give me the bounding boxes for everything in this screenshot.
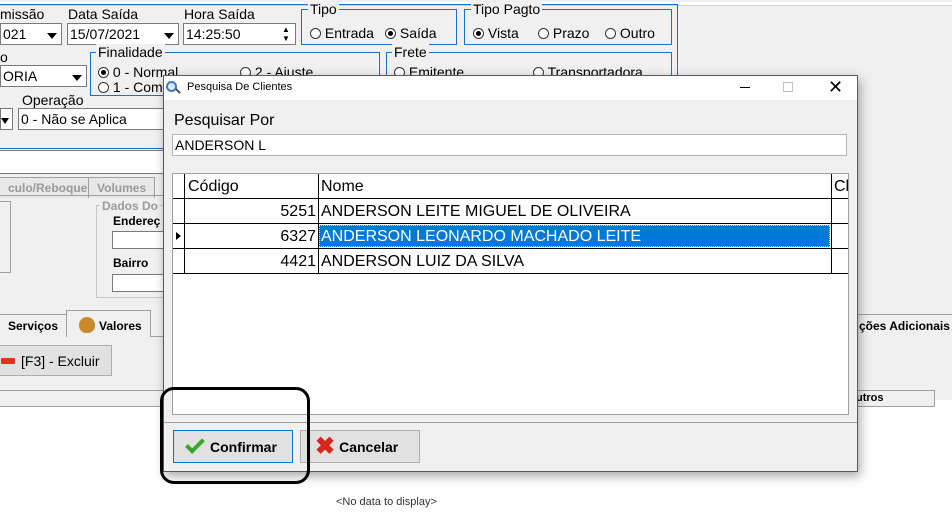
data-saida-value: 15/07/2021: [70, 26, 141, 42]
radio-outro-label: Outro: [619, 25, 655, 41]
radio-finalidade-com[interactable]: 1 - Com: [98, 79, 163, 95]
cancelar-label: Cancelar: [339, 438, 399, 455]
radio-icon[interactable]: [538, 28, 549, 39]
cell-codigo: 4421: [280, 253, 316, 270]
results-grid: Código Nome Cl 5251 ANDERSON LEITE MIGUE…: [172, 173, 849, 415]
radio-icon[interactable]: [98, 67, 109, 78]
spin-down-icon[interactable]: ▼: [282, 34, 290, 43]
data-saida-combo[interactable]: 15/07/2021: [67, 23, 179, 45]
radio-icon[interactable]: [605, 28, 616, 39]
grid-indicator-header: [173, 174, 185, 199]
radio-icon[interactable]: [98, 82, 109, 93]
no-data-text: <No data to display>: [336, 496, 437, 508]
chevron-down-icon[interactable]: [1, 118, 9, 124]
close-icon[interactable]: ✕: [828, 77, 843, 97]
frete-title: Frete: [392, 44, 429, 60]
search-input-value: ANDERSON L: [175, 137, 267, 153]
minus-icon: [1, 357, 15, 364]
dialog-title: Pesquisa De Clientes: [187, 81, 293, 93]
money-bag-icon: [79, 317, 95, 333]
table-row-selected[interactable]: 6327 ANDERSON LEONARDO MACHADO LEITE: [173, 224, 848, 249]
radio-vista[interactable]: Vista: [473, 25, 519, 41]
cancel-x-icon: ✖: [315, 432, 336, 460]
radio-icon[interactable]: [385, 28, 396, 39]
emissao-value: 021: [3, 26, 27, 42]
outros-column-header: utros: [856, 392, 884, 404]
finalidade-com-label: 1 - Com: [112, 79, 163, 95]
radio-prazo[interactable]: Prazo: [538, 25, 589, 41]
left-partial-label: o: [0, 49, 8, 65]
minimize-icon[interactable]: [740, 87, 750, 88]
table-row[interactable]: 5251 ANDERSON LEITE MIGUEL DE OLIVEIRA: [173, 199, 848, 224]
column-header-codigo[interactable]: Código: [188, 174, 239, 199]
endereco-label: Endereç: [113, 214, 161, 228]
cell-codigo: 5251: [280, 203, 316, 220]
grid-header-row: [173, 174, 848, 199]
left-box: [0, 201, 11, 273]
tipo-pagto-title: Tipo Pagto: [471, 1, 543, 17]
data-saida-label: Data Saída: [68, 6, 139, 22]
cell-nome: ANDERSON LEITE MIGUEL DE OLIVEIRA: [321, 203, 631, 220]
radio-icon[interactable]: [310, 28, 321, 39]
chevron-down-icon[interactable]: [47, 33, 57, 39]
tab-valores[interactable]: Valores: [66, 310, 151, 337]
operacao-label: Operação: [22, 92, 84, 108]
magnifier-handle-icon: [175, 88, 181, 94]
search-input[interactable]: ANDERSON L: [172, 134, 847, 156]
column-header-nome[interactable]: Nome: [321, 174, 364, 199]
operacao-combo[interactable]: 0 - Não se Aplica: [18, 108, 168, 130]
row-indicator: [173, 249, 185, 274]
left-combo[interactable]: ORIA: [0, 65, 87, 87]
emissao-label: missão: [0, 6, 45, 22]
cell-codigo: 6327: [280, 228, 316, 245]
radio-saida[interactable]: Saída: [385, 25, 436, 41]
emissao-combo[interactable]: 021: [0, 23, 62, 45]
radio-outro[interactable]: Outro: [605, 25, 655, 41]
long-field[interactable]: [0, 150, 170, 174]
finalidade-title: Finalidade: [96, 44, 165, 60]
radio-entrada[interactable]: Entrada: [310, 25, 374, 41]
radio-saida-label: Saída: [399, 25, 437, 41]
excluir-button[interactable]: [F3] - Excluir: [0, 345, 112, 376]
cell-nome: ANDERSON LEONARDO MACHADO LEITE: [321, 228, 642, 245]
radio-vista-label: Vista: [487, 25, 519, 41]
row-indicator: [173, 199, 185, 224]
tab-valores-label: Valores: [99, 319, 142, 333]
row-pointer-icon: [176, 232, 181, 240]
column-header-cl[interactable]: Cl: [834, 174, 848, 199]
maximize-icon[interactable]: [783, 82, 793, 92]
hora-saida-value: 14:25:50: [186, 26, 241, 42]
dialog-titlebar[interactable]: Pesquisa De Clientes ✕: [164, 76, 857, 100]
chevron-down-icon[interactable]: [72, 75, 82, 81]
dados-title: Dados Do: [100, 199, 161, 213]
radio-icon[interactable]: [473, 28, 484, 39]
tab-informacoes-adicionais[interactable]: ções Adicionais: [852, 314, 952, 337]
cell-nome: ANDERSON LUIZ DA SILVA: [321, 253, 525, 270]
spin-up-icon[interactable]: ▲: [282, 25, 290, 34]
bairro-label: Bairro: [113, 256, 149, 270]
hora-saida-label: Hora Saída: [184, 6, 255, 22]
cancelar-button[interactable]: ✖ Cancelar: [300, 430, 420, 463]
table-row[interactable]: 4421 ANDERSON LUIZ DA SILVA: [173, 249, 848, 274]
tab-servicos[interactable]: Serviços: [0, 314, 68, 337]
radio-prazo-label: Prazo: [552, 25, 590, 41]
hora-saida-spin[interactable]: 14:25:50 ▲ ▼: [183, 23, 296, 45]
left-small-combo[interactable]: [0, 108, 13, 130]
annotation-highlight-box: [160, 387, 310, 484]
chevron-down-icon[interactable]: [164, 33, 174, 39]
excluir-label: [F3] - Excluir: [21, 352, 100, 369]
search-label: Pesquisar Por: [174, 112, 275, 129]
operacao-value: 0 - Não se Aplica: [21, 111, 127, 127]
tipo-title: Tipo: [308, 1, 339, 17]
radio-entrada-label: Entrada: [324, 25, 374, 41]
left-combo-value: ORIA: [3, 68, 38, 84]
